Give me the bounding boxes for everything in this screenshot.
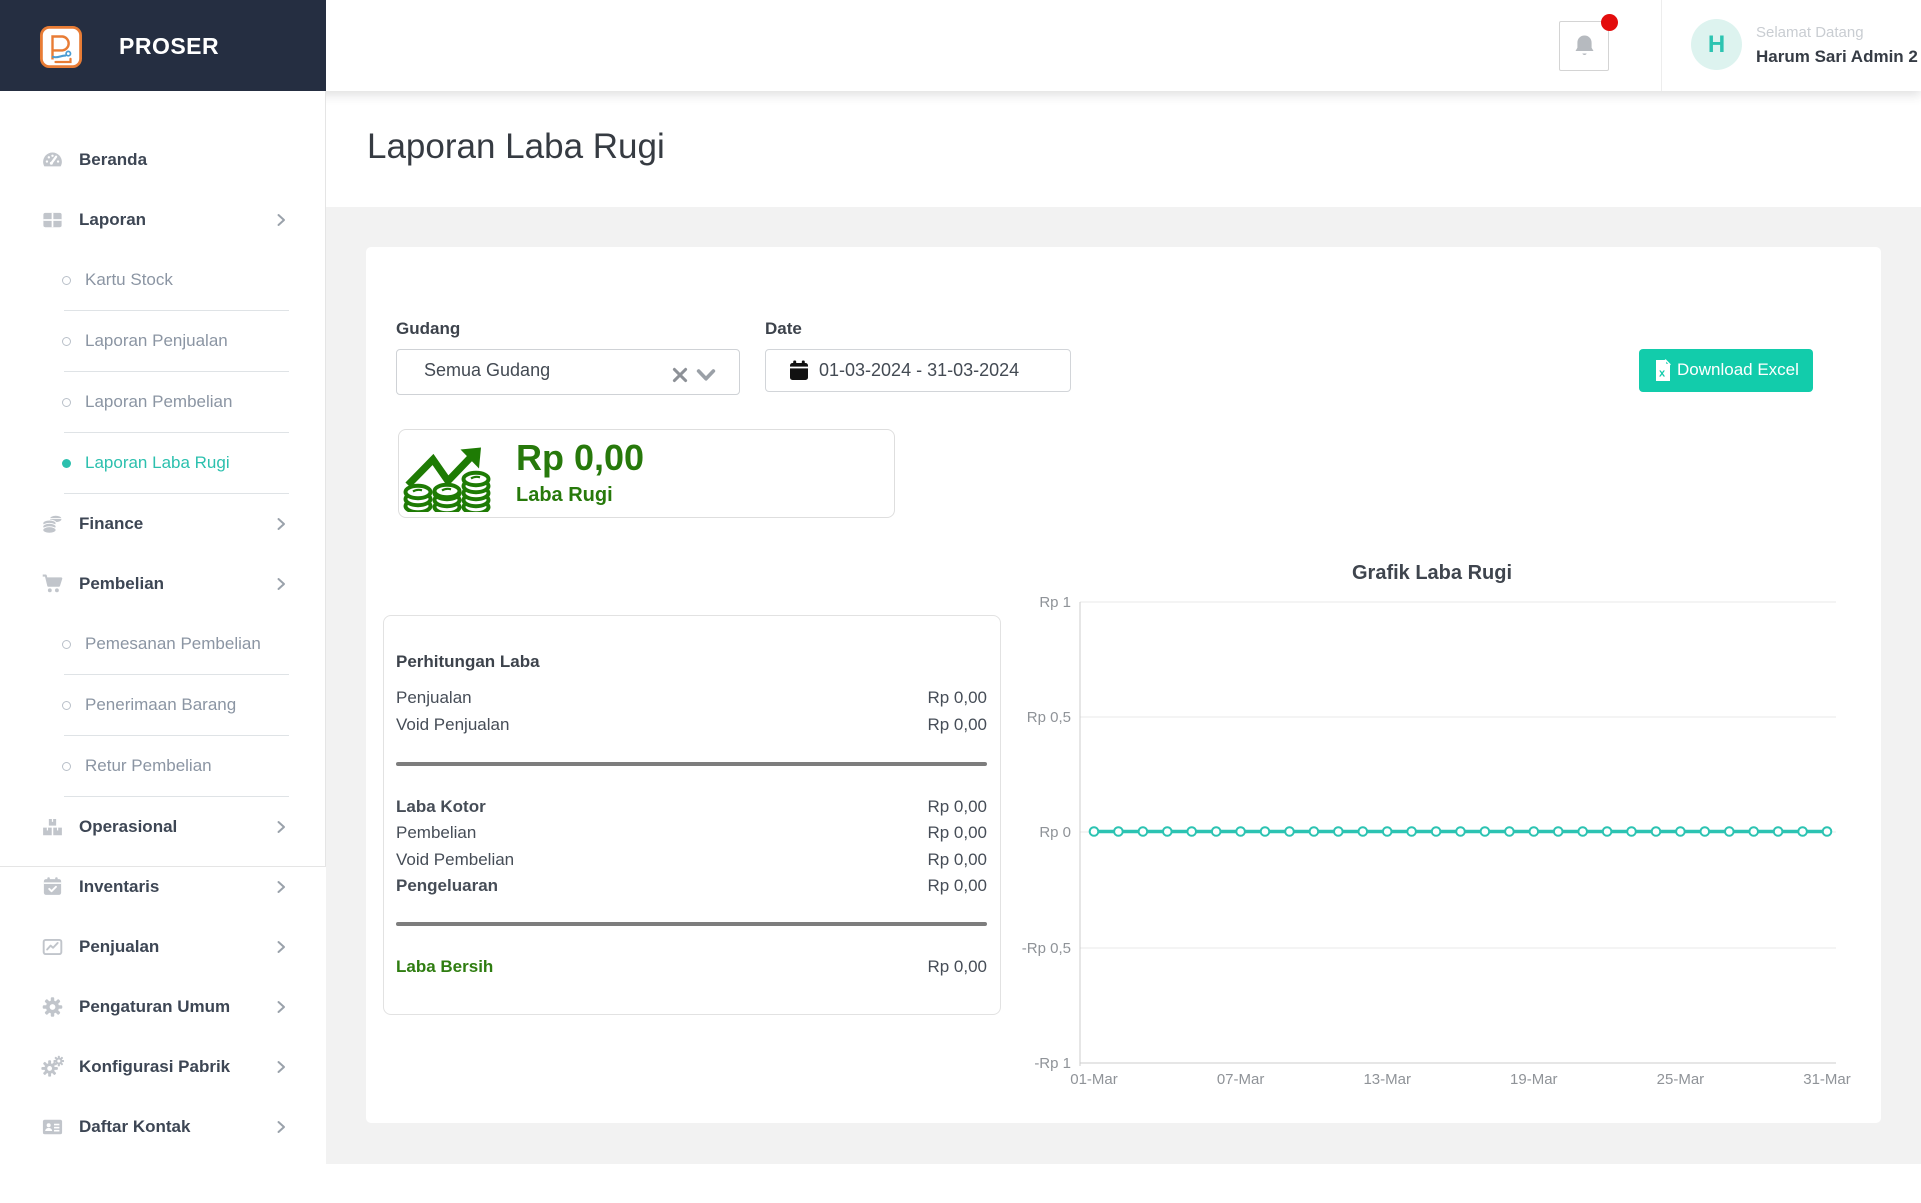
svg-text:13-Mar: 13-Mar [1363,1071,1411,1088]
svg-text:x: x [1659,368,1666,380]
svg-text:-Rp 1: -Rp 1 [1034,1055,1071,1072]
svg-text:Rp 0: Rp 0 [1039,824,1071,841]
svg-text:01-Mar: 01-Mar [1070,1071,1118,1088]
svg-text:-Rp 0,5: -Rp 0,5 [1022,940,1071,957]
svg-text:Grafik Laba Rugi: Grafik Laba Rugi [1352,562,1512,584]
svg-text:25-Mar: 25-Mar [1657,1071,1705,1088]
svg-text:07-Mar: 07-Mar [1217,1071,1265,1088]
svg-text:Rp 1: Rp 1 [1039,594,1071,611]
svg-text:31-Mar: 31-Mar [1803,1071,1851,1088]
svg-text:19-Mar: 19-Mar [1510,1071,1558,1088]
svg-text:Rp 0,5: Rp 0,5 [1027,709,1071,726]
